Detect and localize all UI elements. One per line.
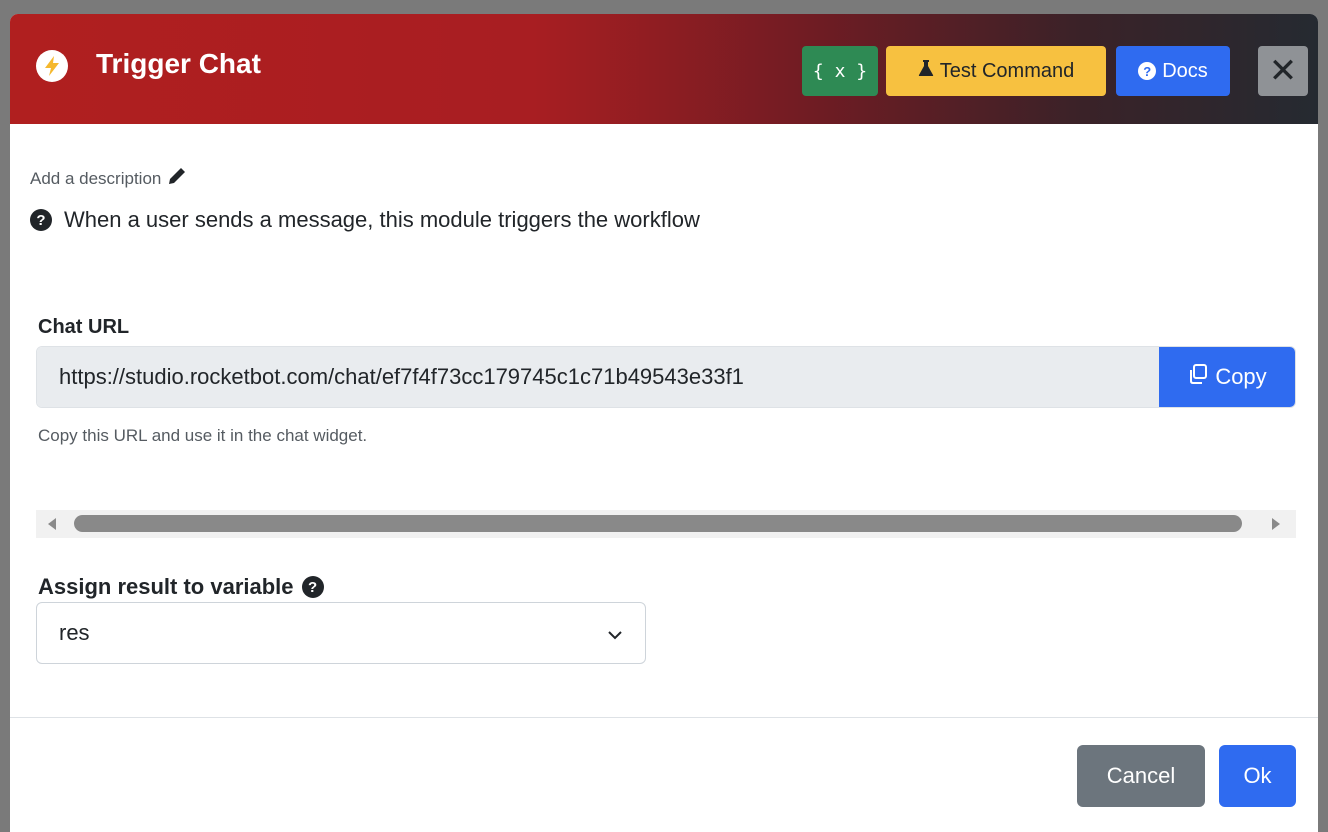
chevron-down-icon (607, 620, 623, 646)
add-description-link[interactable]: Add a description (30, 166, 187, 191)
modal-header: Trigger Chat { x } Test Command ? Docs ✕ (10, 14, 1318, 124)
footer-divider (10, 717, 1318, 718)
cancel-button[interactable]: Cancel (1077, 745, 1205, 807)
docs-label: Docs (1162, 59, 1208, 82)
scroll-left-arrow-icon[interactable] (48, 518, 56, 530)
module-help-text: ? When a user sends a message, this modu… (30, 207, 700, 233)
chat-url-help: Copy this URL and use it in the chat wid… (38, 426, 368, 445)
test-command-button[interactable]: Test Command (886, 46, 1106, 96)
modal-title: Trigger Chat (96, 48, 261, 79)
chat-url-input[interactable] (37, 347, 1159, 407)
copy-button[interactable]: Copy (1159, 347, 1295, 407)
assign-variable-label: Assign result to variable ? (38, 574, 324, 600)
question-circle-icon[interactable]: ? (301, 576, 324, 598)
docs-button[interactable]: ? Docs (1116, 46, 1230, 96)
trigger-chat-modal: Trigger Chat { x } Test Command ? Docs ✕… (10, 14, 1318, 832)
pencil-icon (167, 166, 187, 191)
question-circle-icon: ? (30, 209, 52, 231)
bolt-icon (36, 50, 68, 82)
test-command-label: Test Command (939, 59, 1075, 82)
assign-variable-text: Assign result to variable (38, 574, 294, 599)
variable-select[interactable]: res (36, 602, 646, 664)
close-button[interactable]: ✕ (1258, 46, 1308, 96)
ok-button[interactable]: Ok (1219, 745, 1296, 807)
scrollbar-thumb[interactable] (74, 515, 1242, 532)
variable-select-value: res (59, 620, 90, 645)
flask-icon (918, 59, 934, 83)
copy-icon (1187, 363, 1209, 391)
horizontal-scrollbar[interactable] (36, 510, 1296, 538)
question-circle-icon: ? (1138, 62, 1157, 80)
variables-button[interactable]: { x } (802, 46, 878, 96)
chat-url-group: Copy (36, 346, 1296, 408)
chat-url-label: Chat URL (38, 316, 130, 338)
variables-button-label: { x } (812, 60, 868, 82)
close-icon: ✕ (1268, 52, 1298, 90)
ok-label: Ok (1243, 763, 1272, 788)
scroll-right-arrow-icon[interactable] (1272, 518, 1280, 530)
cancel-label: Cancel (1106, 763, 1176, 788)
copy-label: Copy (1215, 364, 1267, 389)
description-label: Add a description (30, 168, 162, 188)
help-text: When a user sends a message, this module… (64, 207, 700, 232)
